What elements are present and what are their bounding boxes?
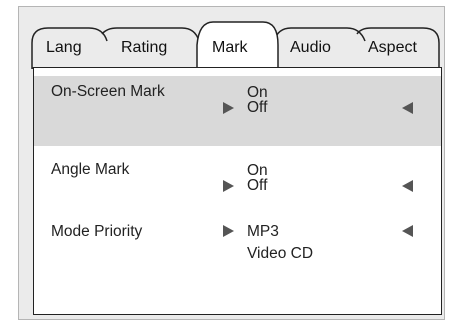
tab-lang[interactable]: Lang (46, 39, 82, 57)
selection-arrow-right-icon (223, 180, 234, 192)
selection-arrow-left-icon[interactable] (402, 102, 413, 114)
setting-row-on-screen-mark[interactable]: On-Screen Mark On Off (34, 76, 441, 146)
tab-mark[interactable]: Mark (212, 39, 248, 57)
tab-bar: Lang Rating Mark Audio Aspect (31, 19, 443, 69)
option-off[interactable]: Off (247, 178, 267, 194)
selection-arrow-left-icon[interactable] (402, 180, 413, 192)
option-off[interactable]: Off (247, 100, 267, 116)
setting-label: Angle Mark (51, 161, 130, 178)
setting-row-mode-priority[interactable]: Mode Priority MP3 Video CD (34, 216, 441, 266)
selection-arrow-left-icon[interactable] (402, 225, 413, 237)
mark-settings-panel: On-Screen Mark On Off Angle Mark On Off … (33, 67, 442, 315)
selection-arrow-right-icon (223, 102, 234, 114)
setting-row-angle-mark[interactable]: Angle Mark On Off (34, 154, 441, 204)
tab-rating[interactable]: Rating (121, 39, 167, 57)
option-on[interactable]: On (247, 163, 268, 179)
option-on[interactable]: On (247, 85, 268, 101)
option-mp3[interactable]: MP3 (247, 224, 279, 240)
tab-aspect[interactable]: Aspect (368, 39, 417, 57)
option-video-cd[interactable]: Video CD (247, 246, 313, 262)
selection-arrow-right-icon (223, 225, 234, 237)
settings-menu: Lang Rating Mark Audio Aspect On-Screen … (18, 6, 445, 320)
tab-audio[interactable]: Audio (290, 39, 331, 57)
setting-label: Mode Priority (51, 223, 143, 240)
setting-label: On-Screen Mark (51, 83, 165, 100)
